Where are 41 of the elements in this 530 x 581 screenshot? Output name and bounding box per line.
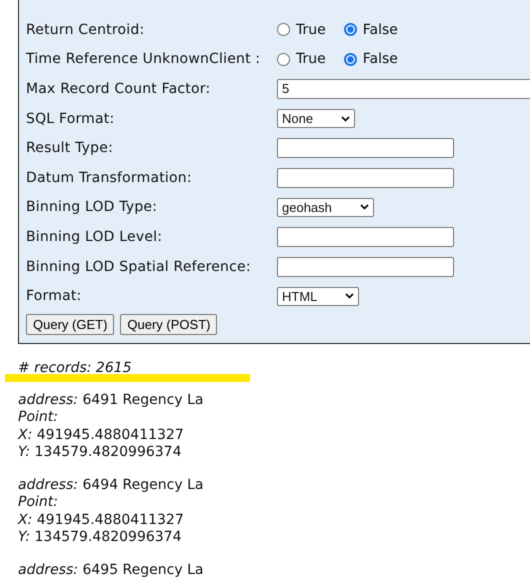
radio-label: False [362, 22, 398, 38]
field-label: Max Record Count Factor: [26, 80, 212, 97]
chevron-down-icon [341, 116, 350, 122]
record-count: # records: 2615 [18, 360, 132, 376]
field-label: SQL Format: [26, 110, 116, 127]
radio-button[interactable] [277, 23, 290, 36]
field-label: Binning LOD Level: [26, 228, 164, 245]
field-label: Format: [26, 288, 82, 304]
text-field[interactable] [277, 226, 454, 247]
field-label: Result Type: [26, 140, 114, 156]
record-line: X: 491945.4880411327 [18, 512, 185, 530]
record-line: address: 6491 Regency La [18, 392, 204, 410]
record-line: X: 491945.4880411327 [18, 426, 185, 444]
text-field[interactable] [277, 168, 454, 188]
dropdown[interactable]: None [277, 109, 356, 128]
chevron-down-icon [345, 293, 354, 300]
radio-button[interactable] [344, 52, 357, 66]
record-line: Point: [18, 409, 59, 427]
record-line: Y: 134579.4820996374 [18, 444, 182, 462]
radio-label: False [362, 51, 398, 68]
field-label: Binning LOD Type: [26, 199, 158, 216]
record-line: address: 6495 Regency La [18, 562, 204, 580]
text-field[interactable] [277, 138, 454, 158]
text-field[interactable]: 5 [277, 78, 530, 99]
query-button[interactable]: Query (GET) [26, 314, 114, 335]
record-line: Point: [18, 494, 59, 512]
radio-button[interactable] [277, 52, 290, 66]
field-label: Time Reference UnknownClient : [26, 51, 262, 68]
record-line: address: 6494 Regency La [18, 477, 204, 494]
field-label: Binning LOD Spatial Reference: [26, 258, 252, 275]
record-line: Y: 134579.4820996374 [18, 529, 182, 546]
dropdown[interactable]: geohash [277, 198, 374, 217]
radio-button[interactable] [344, 23, 357, 36]
dropdown[interactable]: HTML [277, 286, 360, 306]
text-field[interactable] [277, 256, 454, 277]
radio-label: True [296, 22, 326, 38]
field-label: Datum Transformation: [26, 170, 193, 186]
field-label: Return Centroid: [26, 22, 146, 38]
chevron-down-icon [360, 204, 369, 210]
radio-label: True [296, 51, 326, 68]
query-button[interactable]: Query (POST) [120, 314, 218, 335]
